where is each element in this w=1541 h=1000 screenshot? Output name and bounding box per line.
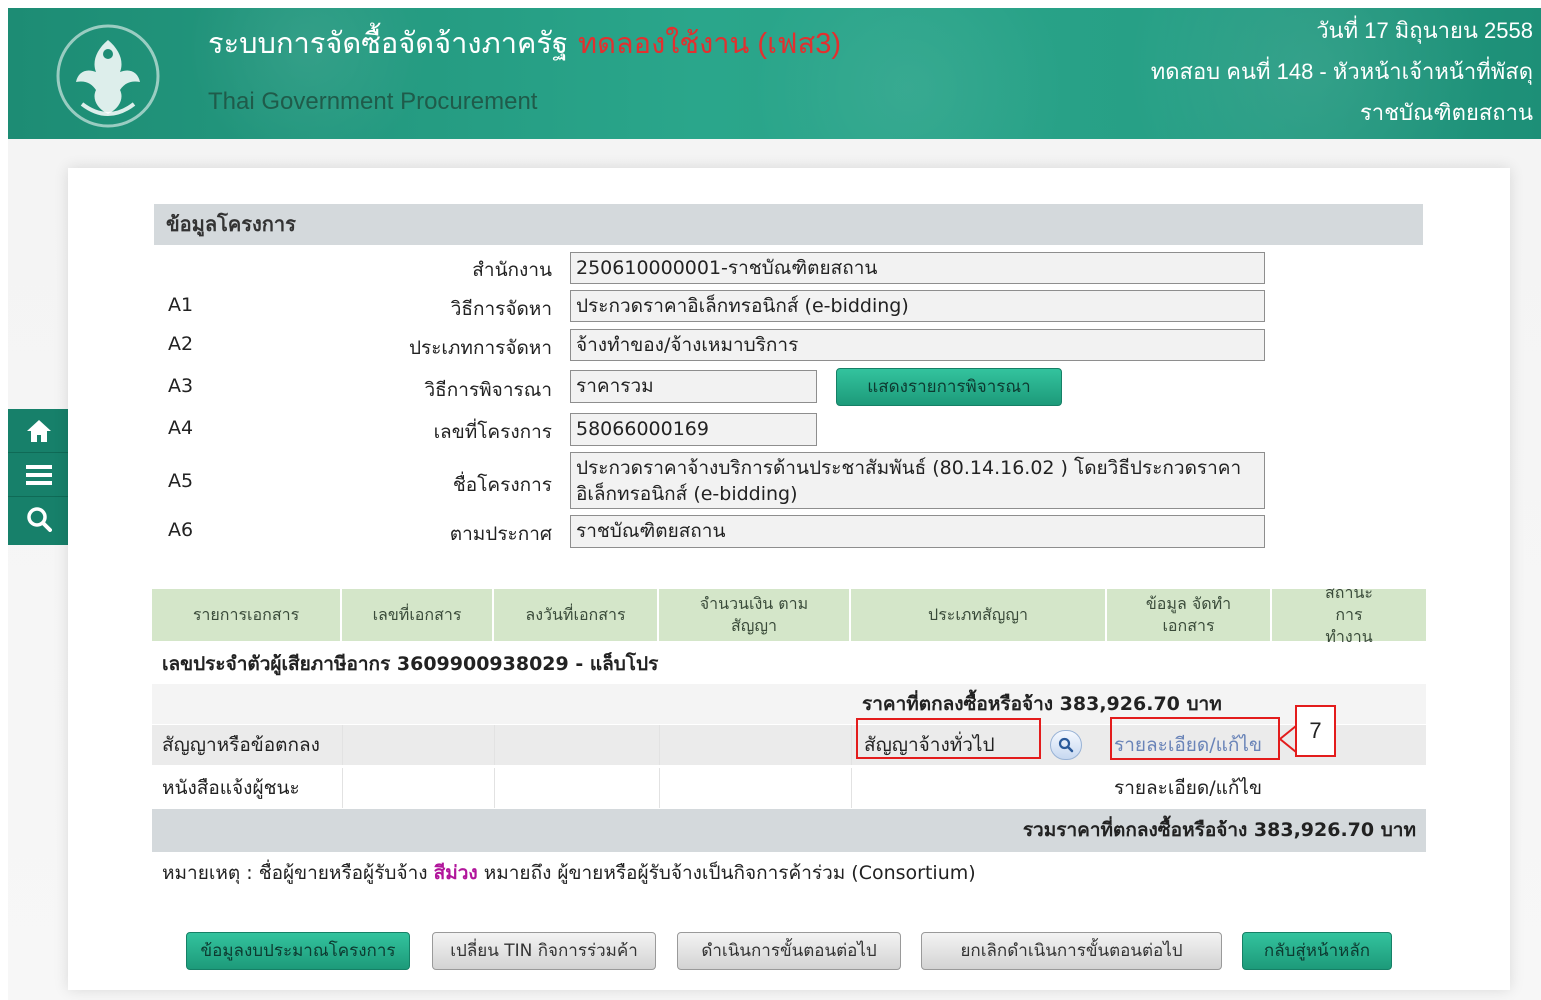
section-title: ข้อมูลโครงการ [154, 204, 1423, 245]
menu-button[interactable] [8, 453, 70, 497]
change-tin-button[interactable]: เปลี่ยน TIN กิจการร่วมค้า [432, 932, 656, 970]
total-price-text: รวมราคาที่ตกลงซื้อหรือจ้าง 383,926.70 บา… [1022, 819, 1416, 841]
budget-info-button[interactable]: ข้อมูลงบประมาณโครงการ [186, 932, 410, 970]
project-number-field: 58066000169 [570, 413, 817, 446]
back-home-button[interactable]: กลับสู่หน้าหลัก [1242, 932, 1392, 970]
search-icon [27, 507, 52, 532]
current-office: ราชบัณฑิตยสถาน [1359, 100, 1533, 125]
col-header-doc-number: เลขที่เอกสาร [342, 589, 494, 641]
field-label: วิธีการจัดหา [450, 298, 552, 320]
cell-divider [494, 725, 495, 765]
field-label: ชื่อโครงการ [452, 474, 552, 496]
app-title-english: Thai Government Procurement [208, 88, 538, 115]
procurement-type-field: จ้างทำของ/จ้างเหมาบริการ [570, 329, 1265, 361]
field-label: ตามประกาศ [449, 523, 552, 545]
field-code: A2 [168, 333, 194, 355]
home-icon [27, 419, 51, 442]
field-label: เลขที่โครงการ [433, 421, 552, 443]
field-code: A6 [168, 519, 194, 541]
cell-divider [342, 768, 343, 808]
header-user-info: วันที่ 17 มิถุนายน 2558 ทดสอบ คนที่ 148 … [1151, 10, 1533, 133]
current-date: วันที่ 17 มิถุนายน 2558 [1316, 18, 1533, 43]
view-contract-button[interactable] [1050, 730, 1082, 760]
winner-letter-detail-link[interactable]: รายละเอียด/แก้ไข [1114, 768, 1262, 808]
app-title-thai: ระบบการจัดซื้อจัดจ้างภาครัฐ [208, 28, 568, 60]
procurement-method-field: ประกวดราคาอิเล็กทรอนิกส์ (e-bidding) [570, 290, 1265, 322]
office-field: 250610000001-ราชบัณฑิตยสถาน [570, 252, 1265, 284]
note-prefix: หมายเหตุ : ชื่อผู้ขายหรือผู้รับจ้าง [162, 862, 428, 884]
col-header-amount: จำนวนเงิน ตามสัญญา [659, 589, 851, 641]
field-code: A1 [168, 294, 194, 316]
note-highlight: สีม่วง [433, 862, 478, 884]
contract-type-highlight [856, 718, 1041, 759]
cancel-next-step-button[interactable]: ยกเลิกดำเนินการขั้นตอนต่อไป [921, 932, 1222, 970]
detail-link-highlight [1110, 717, 1280, 760]
total-row: รวมราคาที่ตกลงซื้อหรือจ้าง 383,926.70 บา… [152, 809, 1426, 852]
cell-divider [494, 768, 495, 808]
main-panel: ข้อมูลโครงการ สำนักงาน 250610000001-ราชบ… [68, 168, 1510, 990]
project-name-field: ประกวดราคาจ้างบริการด้านประชาสัมพันธ์ (8… [570, 452, 1265, 509]
field-code: A3 [168, 375, 194, 397]
magnifier-icon [1058, 737, 1074, 753]
col-header-document: รายการเอกสาร [152, 589, 342, 641]
show-criteria-button[interactable]: แสดงรายการพิจารณา [836, 368, 1062, 406]
search-button[interactable] [8, 497, 70, 541]
home-button[interactable] [8, 409, 70, 453]
field-code: A5 [168, 470, 194, 492]
vendor-row: เลขประจำตัวผู้เสียภาษีอากร 3609900938029… [162, 653, 659, 675]
current-user: ทดสอบ คนที่ 148 - หัวหน้าเจ้าหน้าที่พัสด… [1150, 59, 1533, 84]
announcement-field: ราชบัณฑิตยสถาน [570, 515, 1265, 548]
col-header-doc-info: ข้อมูล จัดทำเอกสาร [1107, 589, 1272, 641]
test-phase-label: ทดลองใช้งาน (เฟส3) [577, 28, 842, 60]
cell-divider [851, 768, 852, 808]
evaluation-method-field: ราคารวม [570, 370, 817, 403]
footnote: หมายเหตุ : ชื่อผู้ขายหรือผู้รับจ้าง สีม่… [162, 858, 976, 888]
menu-icon [26, 464, 52, 485]
app-title: ระบบการจัดซื้อจัดจ้างภาครัฐ ทดลองใช้งาน (… [208, 20, 841, 66]
note-suffix: หมายถึง ผู้ขายหรือผู้รับจ้างเป็นกิจการค้… [483, 862, 976, 884]
app-header: ระบบการจัดซื้อจัดจ้างภาครัฐ ทดลองใช้งาน (… [8, 8, 1541, 139]
col-header-status: สถานะ การทำงาน [1325, 583, 1373, 646]
cell-divider [659, 725, 660, 765]
row-document-name: หนังสือแจ้งผู้ชนะ [162, 777, 300, 799]
cell-divider [659, 768, 660, 808]
side-navigation [8, 409, 70, 545]
field-code: A4 [168, 417, 194, 439]
field-label: วิธีการพิจารณา [424, 379, 552, 401]
cell-divider [342, 725, 343, 765]
col-header-contract-type: ประเภทสัญญา [851, 589, 1107, 641]
next-step-button[interactable]: ดำเนินการขั้นตอนต่อไป [677, 932, 901, 970]
field-label: สำนักงาน [472, 259, 552, 281]
col-header-doc-date: ลงวันที่เอกสาร [494, 589, 659, 641]
garuda-logo-icon [56, 24, 160, 128]
cell-divider [851, 725, 852, 765]
field-label: ประเภทการจัดหา [408, 337, 552, 359]
callout-step-number: 7 [1295, 705, 1336, 757]
table-row: หนังสือแจ้งผู้ชนะ รายละเอียด/แก้ไข [152, 768, 1426, 808]
row-document-name: สัญญาหรือข้อตกลง [162, 734, 320, 756]
documents-table-header: รายการเอกสาร เลขที่เอกสาร ลงวันที่เอกสาร… [152, 583, 1426, 646]
